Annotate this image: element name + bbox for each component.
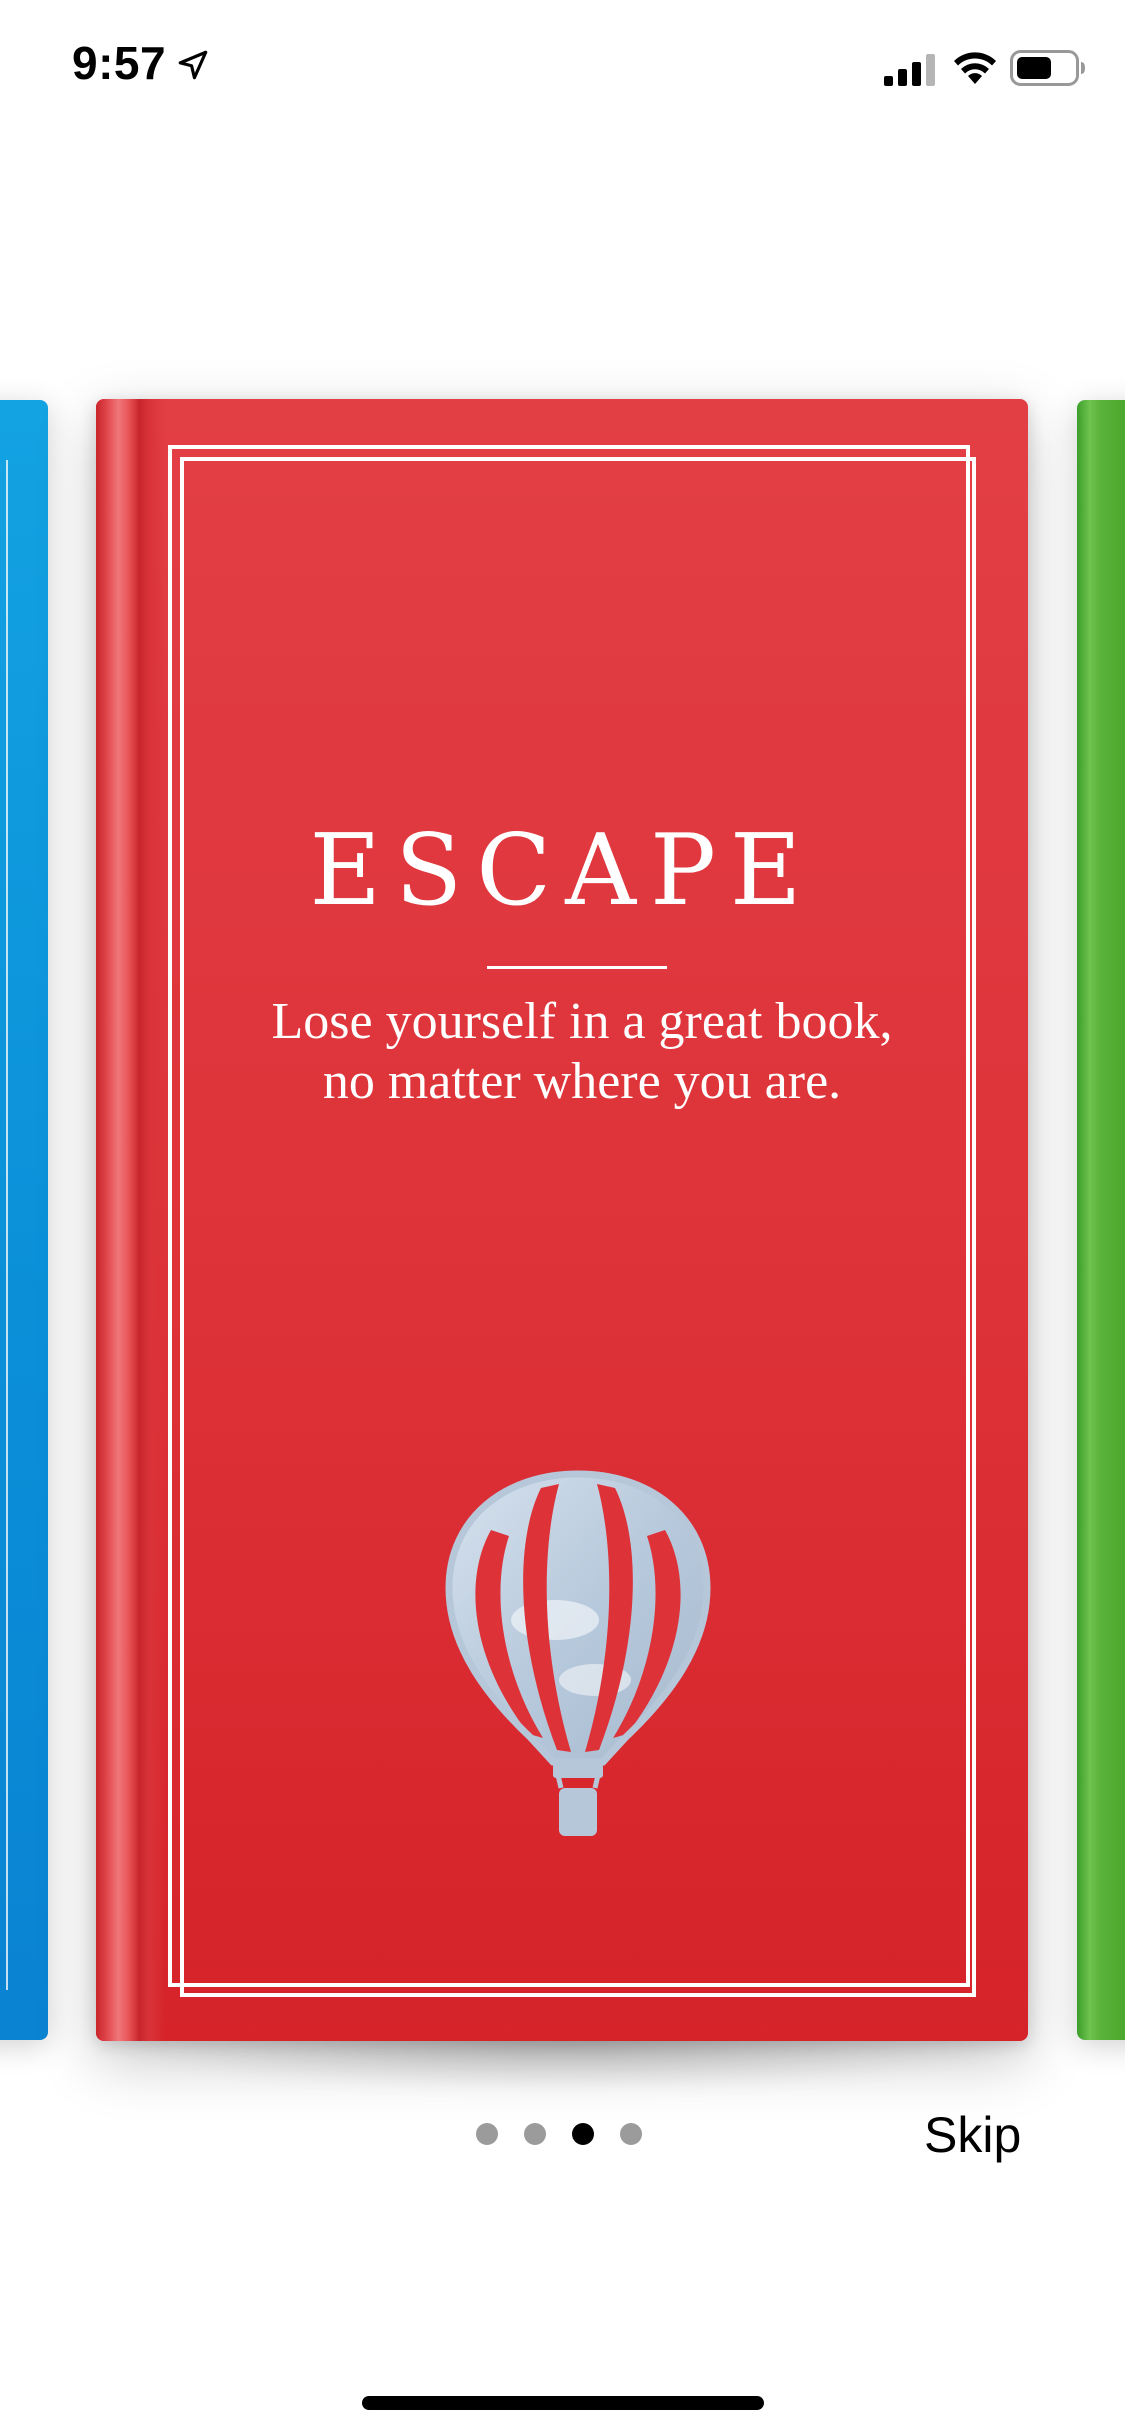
book-cover-left[interactable] (0, 400, 48, 2040)
hot-air-balloon-icon (445, 1470, 711, 1836)
book-cover-right[interactable] (1077, 400, 1125, 2040)
cover-title: ESCAPE (309, 814, 816, 928)
page-indicator[interactable] (476, 2123, 642, 2145)
page-dot-4[interactable] (620, 2123, 642, 2145)
page-dot-3-active[interactable] (572, 2123, 594, 2145)
status-time-group: 9:57 (72, 36, 210, 90)
cover-tagline: Lose yourself in a great book, no matter… (271, 993, 893, 1110)
page-dot-1[interactable] (476, 2123, 498, 2145)
skip-button[interactable]: Skip (924, 2106, 1021, 2164)
wifi-icon (954, 52, 996, 84)
status-time: 9:57 (72, 37, 167, 89)
book-spine (96, 399, 166, 2041)
page-dot-2[interactable] (524, 2123, 546, 2145)
home-indicator[interactable] (362, 2396, 764, 2410)
status-bar: 9:57 (0, 0, 1125, 132)
battery-icon (1010, 50, 1085, 86)
cellular-signal-icon (884, 54, 935, 86)
title-divider (487, 966, 667, 969)
location-arrow-icon (178, 50, 208, 80)
